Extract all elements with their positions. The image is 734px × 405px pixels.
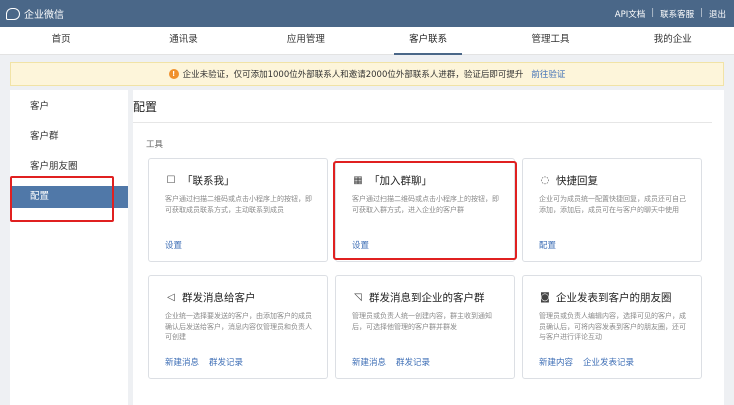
verification-banner: ! 企业未验证，仅可添加1000位外部联系人和邀请2000位外部联系人进群，验证… [10,62,724,86]
verify-link[interactable]: 前往验证 [531,68,565,80]
nav-tab-contacts[interactable]: 通讯录 [122,27,244,54]
broadcast-history-link[interactable]: 群发记录 [396,356,430,368]
card-contact-me: ☐ 「联系我」 客户通过扫描二维码或点击小程序上的按钮，即可获取成员联系方式，主… [148,158,328,262]
card-description: 管理员或负责人统一创建内容，群主收到通知后，可选择他管理的客户群并群发 [352,312,492,331]
card-description: 管理员或负责人编辑内容，选择可见的客户，成员确认后，可将内容发表到客户的朋友圈，… [539,312,686,341]
chat-bubble-icon: ◌ [540,175,550,186]
camera-icon: ◙ [540,292,550,303]
main-nav: 首页 通讯录 应用管理 客户联系 管理工具 我的企业 [0,27,734,55]
group-broadcast-icon: ◹ [354,292,362,303]
logout-link[interactable]: 退出 [709,8,726,20]
top-links: API文档 | 联系客服 | 退出 [615,8,726,20]
brand[interactable]: 企业微信 [6,6,64,21]
page-title: 配置 [133,100,158,114]
card-broadcast-customers: ◁ 群发消息给客户 企业统一选择要发送的客户，由添加客户的成员确认后发送给客户，… [148,275,328,379]
new-message-link[interactable]: 新建消息 [352,356,386,368]
contact-me-icon: ☐ [166,175,176,186]
section-label: 工具 [146,140,164,150]
nav-tab-management-tools[interactable]: 管理工具 [489,27,611,54]
sidebar-item-customers[interactable]: 客户 [10,96,128,118]
card-title: 「联系我」 [182,175,235,187]
brand-name: 企业微信 [24,10,64,21]
card-description: 客户通过扫描二维码或点击小程序上的按钮，即可获取成员联系方式，主动联系到成员 [165,195,312,214]
top-bar: 企业微信 API文档 | 联系客服 | 退出 [0,0,734,27]
nav-tab-customer-contact[interactable]: 客户联系 [367,27,489,55]
card-description: 企业统一选择要发送的客户，由添加客户的成员确认后发送给客户，消息内容仅管理员和负… [165,312,312,341]
card-quick-reply: ◌ 快捷回复 企业可为成员统一配置快捷回复，成员还可自己添加，添加后，成员可在与… [522,158,702,262]
nav-tab-apps[interactable]: 应用管理 [245,27,367,54]
highlight-box-sidebar [10,176,114,222]
send-icon: ◁ [167,292,175,303]
sidebar-item-moments[interactable]: 客户朋友圈 [10,156,128,178]
new-message-link[interactable]: 新建消息 [165,356,199,368]
new-content-link[interactable]: 新建内容 [539,356,573,368]
nav-tab-home[interactable]: 首页 [0,27,122,54]
separator: | [651,7,655,18]
broadcast-history-link[interactable]: 群发记录 [209,356,243,368]
support-link[interactable]: 联系客服 [660,8,694,20]
sidebar-item-customer-groups[interactable]: 客户群 [10,126,128,148]
setup-link[interactable]: 设置 [165,239,182,251]
card-moments-post: ◙ 企业发表到客户的朋友圈 管理员或负责人编辑内容，选择可见的客户，成员确认后，… [522,275,702,379]
configure-link[interactable]: 配置 [539,239,556,251]
wecom-logo-icon [6,7,20,20]
card-title: 群发消息到企业的客户群 [369,292,485,304]
highlight-box-join-group [333,161,517,260]
banner-text: 企业未验证，仅可添加1000位外部联系人和邀请2000位外部联系人进群，验证后即… [182,70,524,80]
card-broadcast-groups: ◹ 群发消息到企业的客户群 管理员或负责人统一创建内容，群主收到通知后，可选择他… [335,275,515,379]
card-description: 企业可为成员统一配置快捷回复，成员还可自己添加，添加后，成员可在与客户的聊天中使… [539,195,686,214]
nav-tab-my-enterprise[interactable]: 我的企业 [612,27,734,54]
post-history-link[interactable]: 企业发表记录 [583,356,634,368]
warning-icon: ! [168,69,179,79]
separator: | [700,7,703,18]
card-title: 快捷回复 [556,175,598,187]
card-title: 企业发表到客户的朋友圈 [556,292,672,304]
divider [133,122,712,123]
sidebar: 客户 客户群 客户朋友圈 配置 [10,90,128,405]
card-title: 群发消息给客户 [182,292,256,304]
api-docs-link[interactable]: API文档 [615,8,645,20]
